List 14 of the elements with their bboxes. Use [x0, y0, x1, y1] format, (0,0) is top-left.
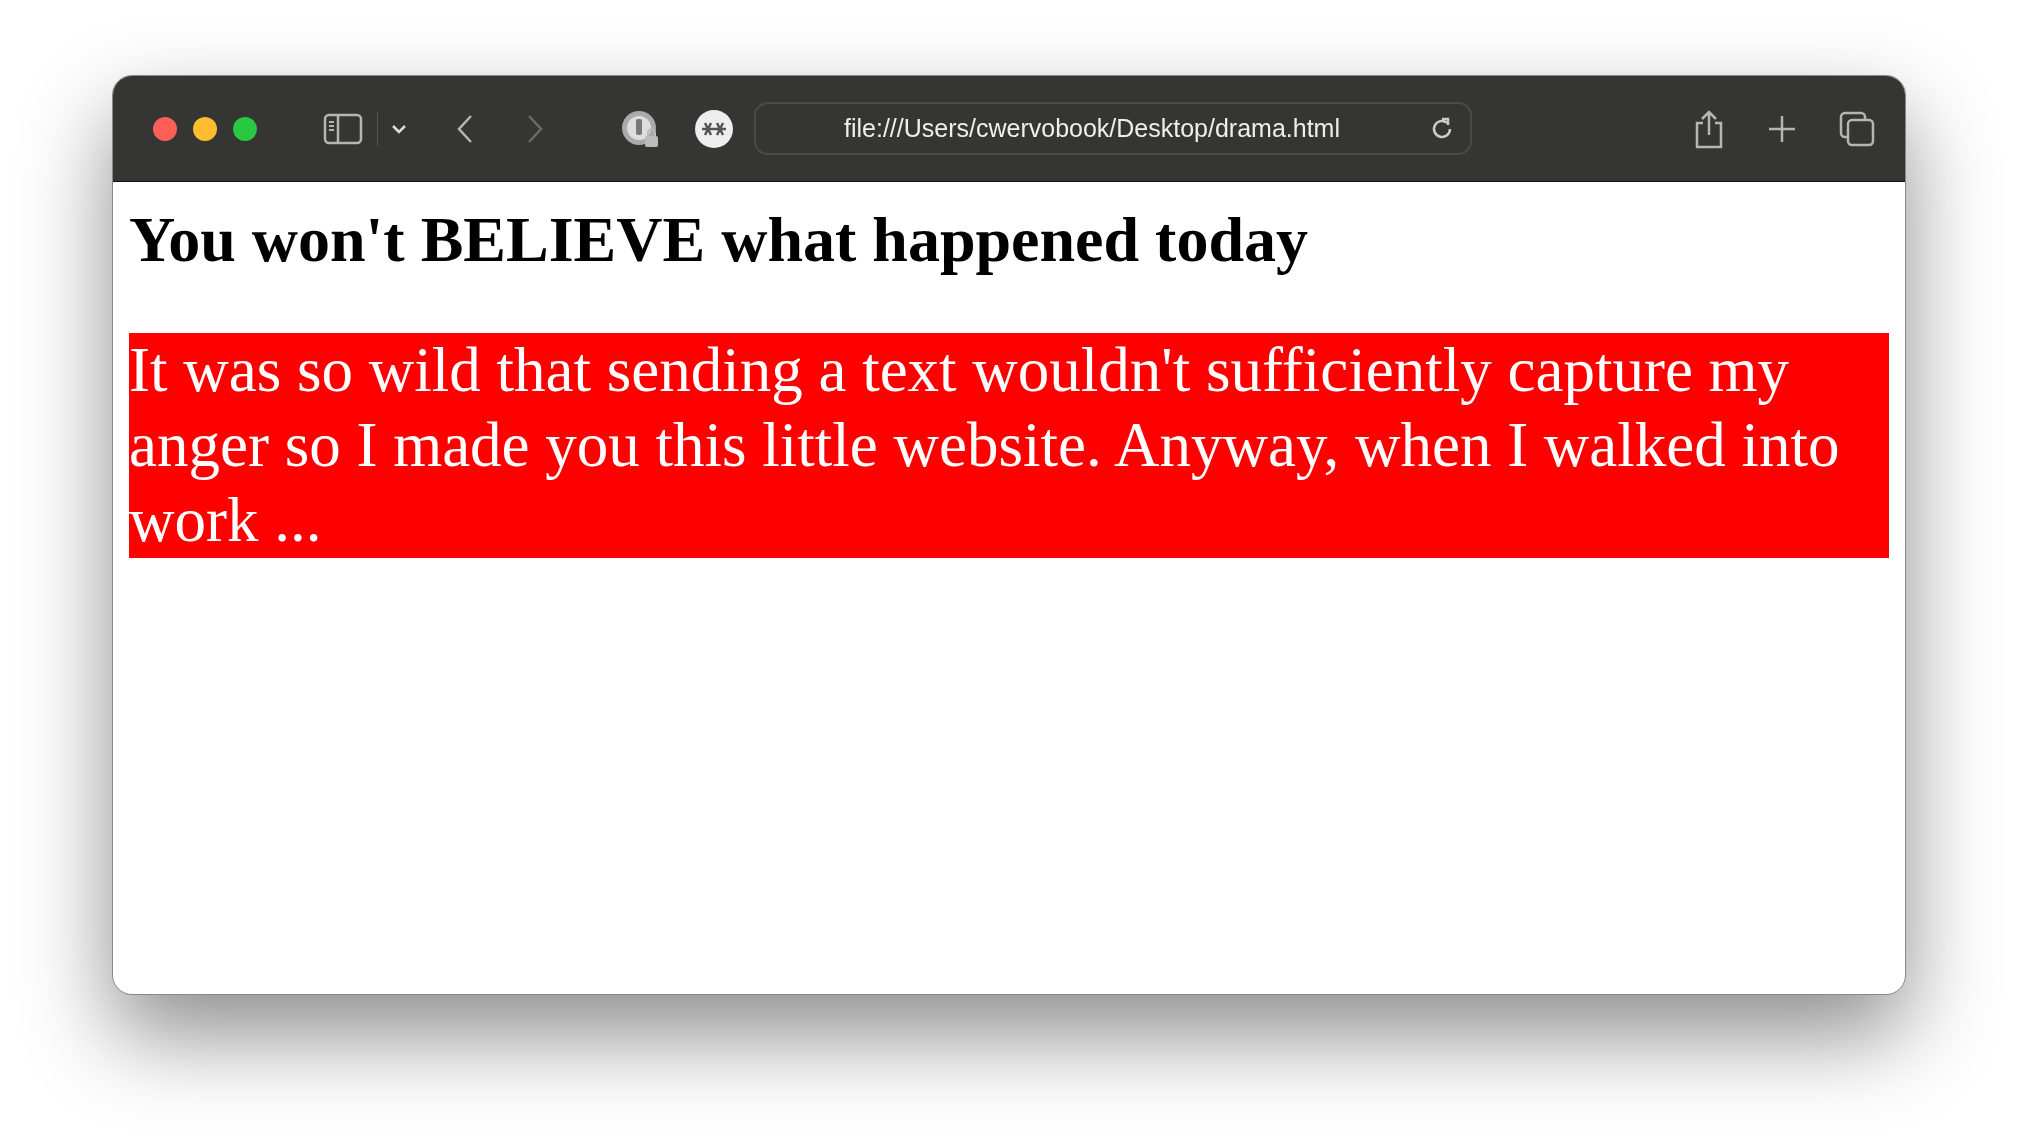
sidebar-icon[interactable]	[323, 112, 363, 145]
extension-icon[interactable]	[694, 108, 734, 149]
page-heading: You won't BELIEVE what happened today	[129, 203, 1309, 277]
url-text: file:///Users/cwervobook/Desktop/drama.html	[843, 114, 1341, 143]
password-extension-icon[interactable]	[620, 108, 660, 149]
close-button[interactable]	[153, 116, 177, 141]
tabs-overview-icon[interactable]	[1839, 110, 1875, 147]
share-icon[interactable]	[1693, 108, 1725, 149]
chevron-down-icon[interactable]	[390, 122, 408, 135]
address-bar[interactable]: file:///Users/cwervobook/Desktop/drama.html	[754, 102, 1472, 155]
zoom-button[interactable]	[233, 116, 257, 141]
minimize-button[interactable]	[193, 116, 217, 141]
highlighted-paragraph: It was so wild that sending a text wouldn't sufficiently capture my anger so I made you this little website. Anyway, when I walked into work ...	[129, 333, 1889, 559]
plus-icon[interactable]	[1767, 113, 1797, 144]
